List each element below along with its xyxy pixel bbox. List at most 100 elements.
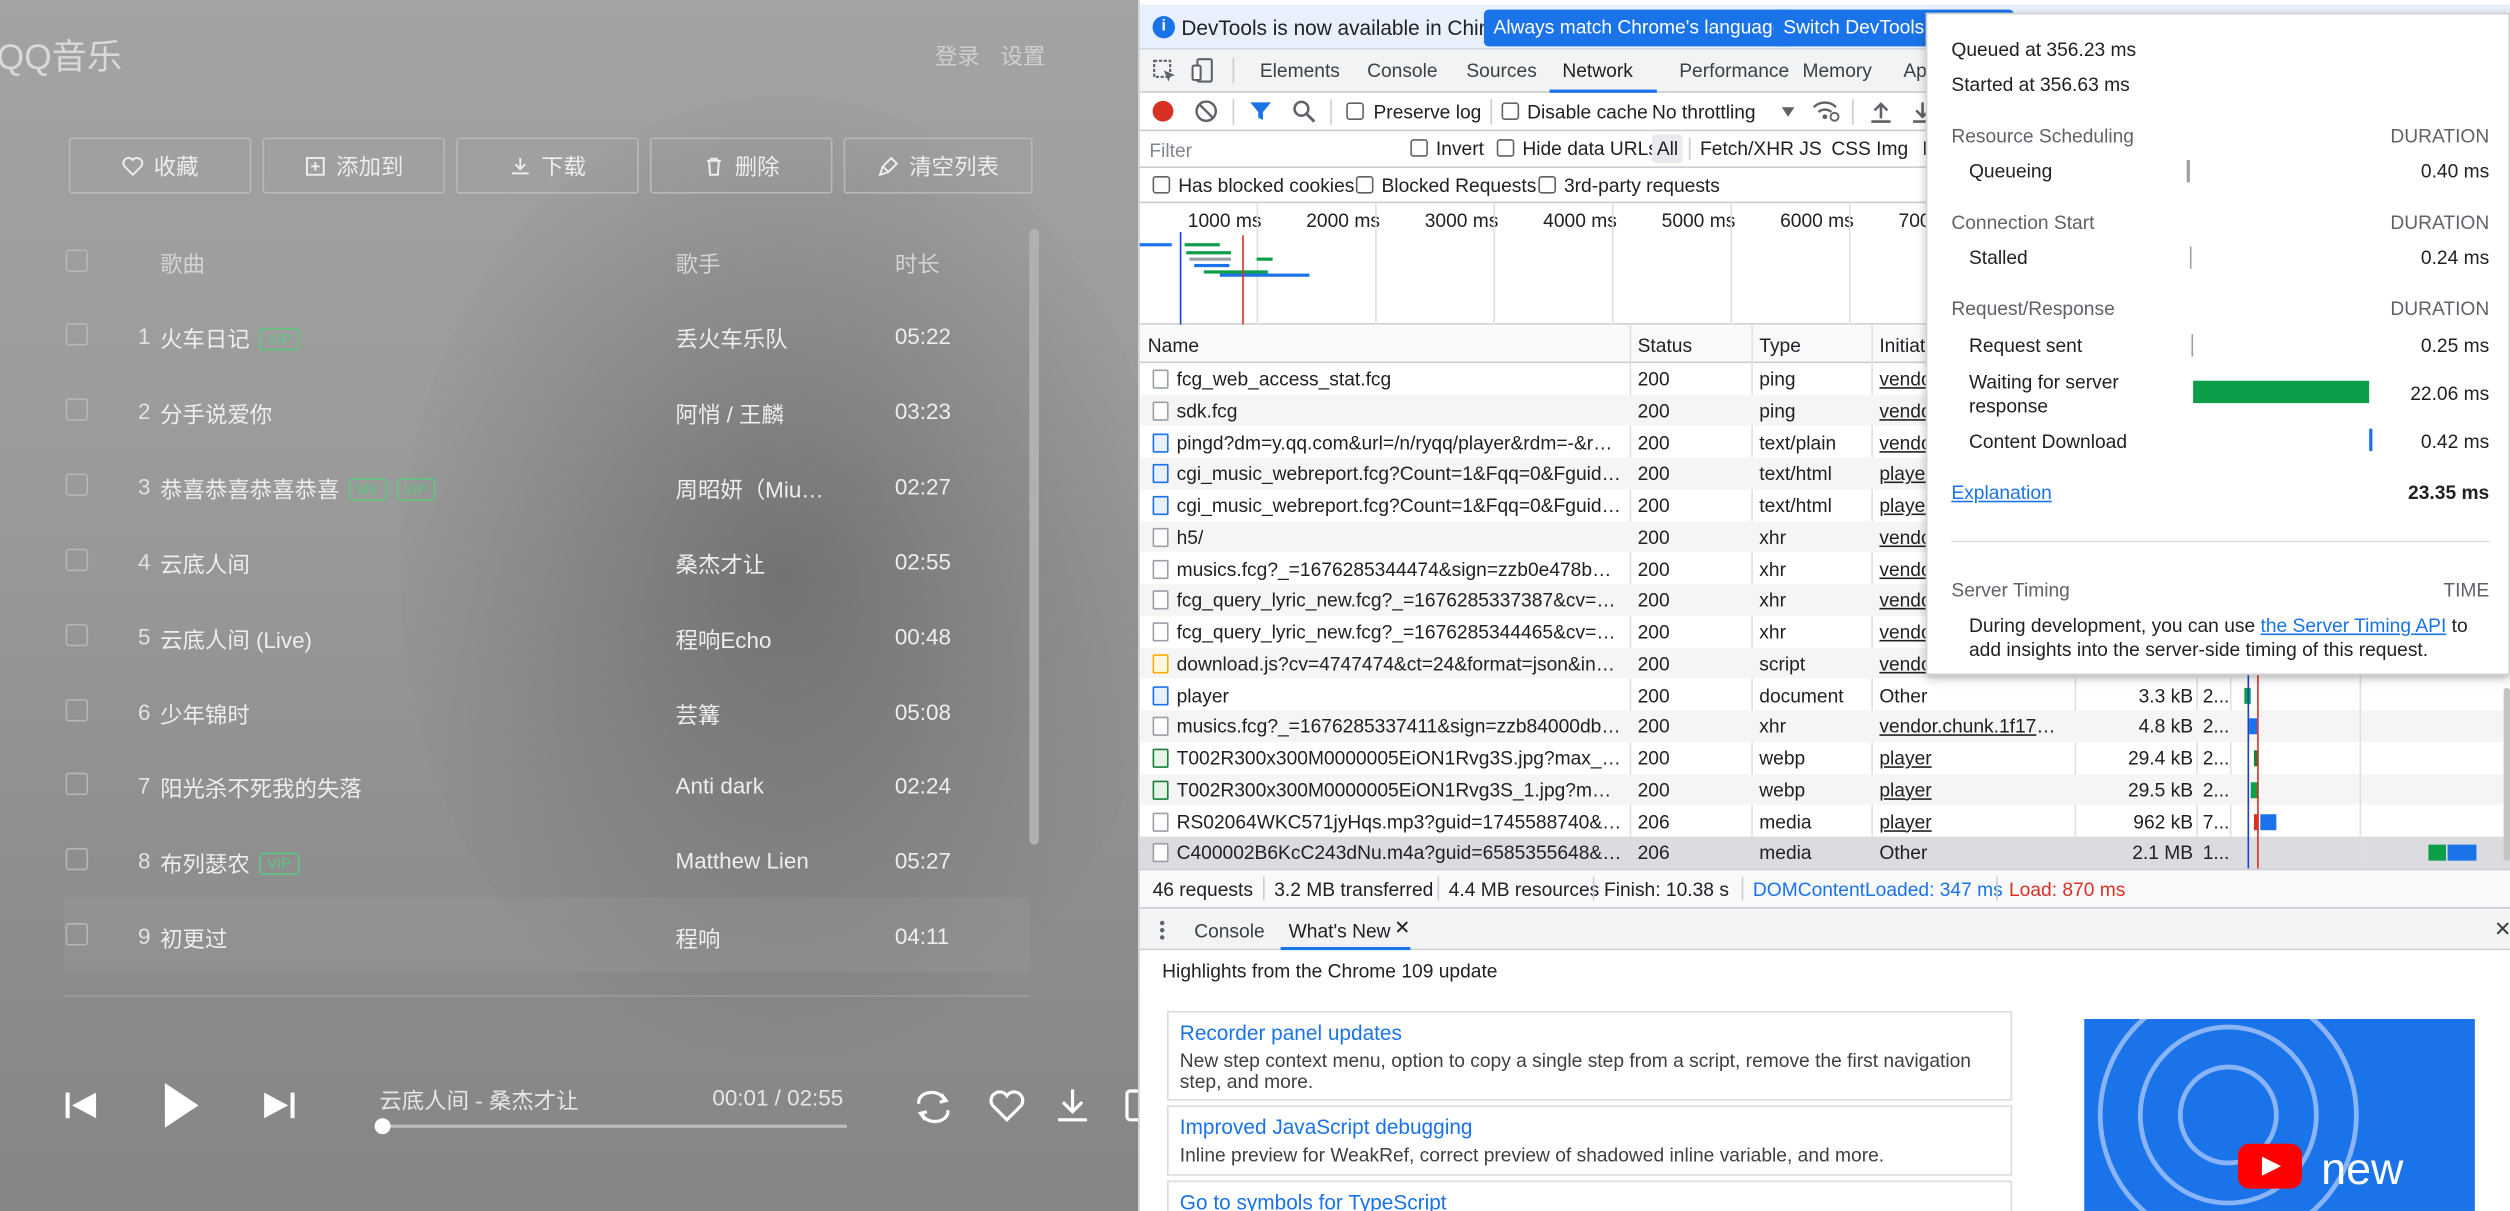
type-filter-img[interactable]: Img xyxy=(1876,138,1908,160)
drawer-tab-console[interactable]: Console xyxy=(1194,920,1264,942)
hide-data-urls-checkbox[interactable] xyxy=(1496,139,1515,157)
request-initiator[interactable]: vendor.chunk.1f17ebf... xyxy=(1879,715,2063,737)
request-name[interactable]: fcg_query_lyric_new.fcg?_=1676285344465&… xyxy=(1177,621,1622,643)
tab-elements[interactable]: Elements xyxy=(1260,59,1340,81)
request-name[interactable]: cgi_music_webreport.fcg?Count=1&Fqq=0&Fg… xyxy=(1177,494,1622,516)
request-name[interactable]: T002R300x300M0000005EiON1Rvg3S_1.jpg?max… xyxy=(1177,779,1622,801)
whats-new-card[interactable]: Go to symbols for TypeScript xyxy=(1166,1180,2013,1211)
download-button[interactable]: 下载 xyxy=(456,137,639,194)
select-all-checkbox[interactable] xyxy=(65,249,89,272)
request-row[interactable]: T002R300x300M0000005EiON1Rvg3S_1.jpg?max… xyxy=(1139,773,2510,806)
song-row[interactable]: 6 少年锦时 芸篝 05:08 xyxy=(64,673,1029,748)
tab-network[interactable]: Network xyxy=(1562,59,1632,81)
request-row[interactable]: C400002B6KcC243dNu.m4a?guid=6585355648&v… xyxy=(1139,837,2510,869)
request-name[interactable]: T002R300x300M0000005EiON1Rvg3S.jpg?max_a… xyxy=(1177,747,1622,769)
request-name[interactable]: fcg_web_access_stat.fcg xyxy=(1177,368,1622,390)
card-title[interactable]: Recorder panel updates xyxy=(1180,1021,1402,1045)
tab-sources[interactable]: Sources xyxy=(1466,59,1536,81)
drawer-menu-icon[interactable] xyxy=(1159,920,1165,941)
whats-new-video-thumbnail[interactable]: new xyxy=(2084,1019,2475,1211)
song-title-cell[interactable]: 分手说爱你 xyxy=(160,398,272,430)
match-language-button[interactable]: Always match Chrome's language xyxy=(1483,9,1793,47)
request-name[interactable]: player xyxy=(1177,684,1622,706)
request-name[interactable]: musics.fcg?_=1676285337411&sign=zzb84000… xyxy=(1177,715,1622,737)
song-row[interactable]: 1 火车日记 VIP 丢火车乐队 05:22 xyxy=(64,298,1029,373)
song-checkbox[interactable] xyxy=(65,698,89,721)
explanation-link[interactable]: Explanation xyxy=(1951,482,2051,504)
song-title[interactable]: 初更过 xyxy=(160,927,227,953)
type-filter-all[interactable]: All xyxy=(1652,134,1683,164)
request-name[interactable]: C400002B6KcC243dNu.m4a?guid=6585355648&v… xyxy=(1177,842,1622,864)
favorite-button[interactable]: 收藏 xyxy=(68,137,252,194)
youtube-play-icon[interactable] xyxy=(2237,1143,2302,1189)
repeat-icon[interactable] xyxy=(912,1088,954,1126)
song-checkbox[interactable] xyxy=(65,923,89,946)
song-checkbox[interactable] xyxy=(65,773,89,796)
filter-input[interactable]: Filter xyxy=(1149,139,1192,161)
requests-scrollbar[interactable] xyxy=(2503,687,2510,861)
type-filter-fetch[interactable]: Fetch/XHR xyxy=(1700,138,1794,160)
request-name[interactable]: pingd?dm=y.qq.com&url=/n/ryqq/player&rdm… xyxy=(1177,431,1622,453)
song-checkbox[interactable] xyxy=(65,323,89,346)
request-row[interactable]: player 200 document Other 3.3 kB 2... xyxy=(1140,679,2510,710)
network-conditions-icon[interactable] xyxy=(1812,99,1841,123)
close-whats-new-icon[interactable]: ✕ xyxy=(1394,917,1410,939)
song-title[interactable]: 少年锦时 xyxy=(160,701,250,727)
tab-memory[interactable]: Memory xyxy=(1803,59,1872,81)
song-checkbox[interactable] xyxy=(65,548,89,571)
song-title-cell[interactable]: 恭喜恭喜恭喜恭喜 MV VIP xyxy=(160,473,436,505)
song-row[interactable]: 7 阳光杀不死我的失落 Anti dark 02:24 xyxy=(64,748,1029,823)
song-row[interactable]: 2 分手说爱你 阿悄 / 王麟 03:23 xyxy=(64,373,1029,448)
song-title-cell[interactable]: 火车日记 VIP xyxy=(160,323,299,355)
blocked-requests-checkbox[interactable] xyxy=(1355,175,1374,194)
import-har-icon[interactable] xyxy=(1870,99,1892,123)
type-filter-css[interactable]: CSS xyxy=(1831,138,1871,160)
tab-console[interactable]: Console xyxy=(1367,59,1437,81)
song-title[interactable]: 分手说爱你 xyxy=(160,401,272,427)
search-icon[interactable] xyxy=(1292,99,1316,123)
song-title[interactable]: 火车日记 xyxy=(160,326,250,352)
song-row[interactable]: 4 云底人间 桑杰才让 02:55 xyxy=(64,523,1029,598)
song-title[interactable]: 云底人间 (Live) xyxy=(160,626,312,652)
inspect-element-icon[interactable] xyxy=(1153,59,1177,83)
whats-new-card[interactable]: Recorder panel updates New step context … xyxy=(1166,1011,2013,1101)
clear-icon[interactable] xyxy=(1194,99,1218,123)
song-title[interactable]: 布列瑟农 xyxy=(160,852,250,878)
tab-performance[interactable]: Performance xyxy=(1679,59,1789,81)
request-row[interactable]: T002R300x300M0000005EiON1Rvg3S.jpg?max_a… xyxy=(1140,742,2510,773)
song-checkbox[interactable] xyxy=(65,473,89,496)
song-row[interactable]: 8 布列瑟农 VIP Matthew Lien 05:27 xyxy=(64,823,1029,898)
request-initiator[interactable]: player xyxy=(1879,810,2063,832)
name-column-header[interactable]: Name xyxy=(1148,334,1199,356)
has-blocked-cookies-checkbox[interactable] xyxy=(1152,175,1171,194)
song-artist[interactable]: 程响 xyxy=(676,923,836,955)
song-row[interactable]: 9 初更过 程响 04:11 xyxy=(64,897,1030,973)
song-title-cell[interactable]: 布列瑟农 VIP xyxy=(160,848,299,880)
request-name[interactable]: RS02064WKC571jyHqs.mp3?guid=1745588740&v… xyxy=(1177,810,1622,832)
card-title[interactable]: Improved JavaScript debugging xyxy=(1180,1115,1473,1139)
song-artist[interactable]: 桑杰才让 xyxy=(676,548,836,580)
song-title-cell[interactable]: 阳光杀不死我的失落 xyxy=(160,773,362,805)
request-initiator[interactable]: player xyxy=(1879,747,2063,769)
whats-new-card[interactable]: Improved JavaScript debugging Inline pre… xyxy=(1166,1105,2013,1176)
third-party-checkbox[interactable] xyxy=(1538,175,1556,194)
song-title[interactable]: 恭喜恭喜恭喜恭喜 xyxy=(160,476,339,502)
card-title[interactable]: Go to symbols for TypeScript xyxy=(1180,1190,1447,1211)
login-link[interactable]: 登录 xyxy=(935,40,980,72)
type-column-header[interactable]: Type xyxy=(1759,334,1801,356)
drawer-tab-whats-new[interactable]: What's New xyxy=(1289,920,1391,942)
request-row[interactable]: RS02064WKC571jyHqs.mp3?guid=1745588740&v… xyxy=(1140,805,2510,836)
song-artist[interactable]: 丢火车乐队 xyxy=(676,323,836,355)
song-artist[interactable]: 程响Echo xyxy=(676,623,836,655)
request-name[interactable]: fcg_query_lyric_new.fcg?_=1676285337387&… xyxy=(1177,589,1622,611)
clear-list-button[interactable]: 清空列表 xyxy=(843,137,1033,194)
song-title[interactable]: 阳光杀不死我的失落 xyxy=(160,776,362,802)
song-checkbox[interactable] xyxy=(65,398,89,421)
filter-icon[interactable] xyxy=(1249,99,1273,123)
preserve-log-checkbox[interactable] xyxy=(1346,102,1364,120)
server-timing-api-link[interactable]: the Server Timing API xyxy=(2261,614,2447,636)
player-download-icon[interactable] xyxy=(1053,1086,1091,1124)
request-name[interactable]: download.js?cv=4747474&ct=24&format=json… xyxy=(1177,652,1622,674)
record-icon[interactable] xyxy=(1152,100,1174,122)
song-title-cell[interactable]: 云底人间 xyxy=(160,548,250,580)
